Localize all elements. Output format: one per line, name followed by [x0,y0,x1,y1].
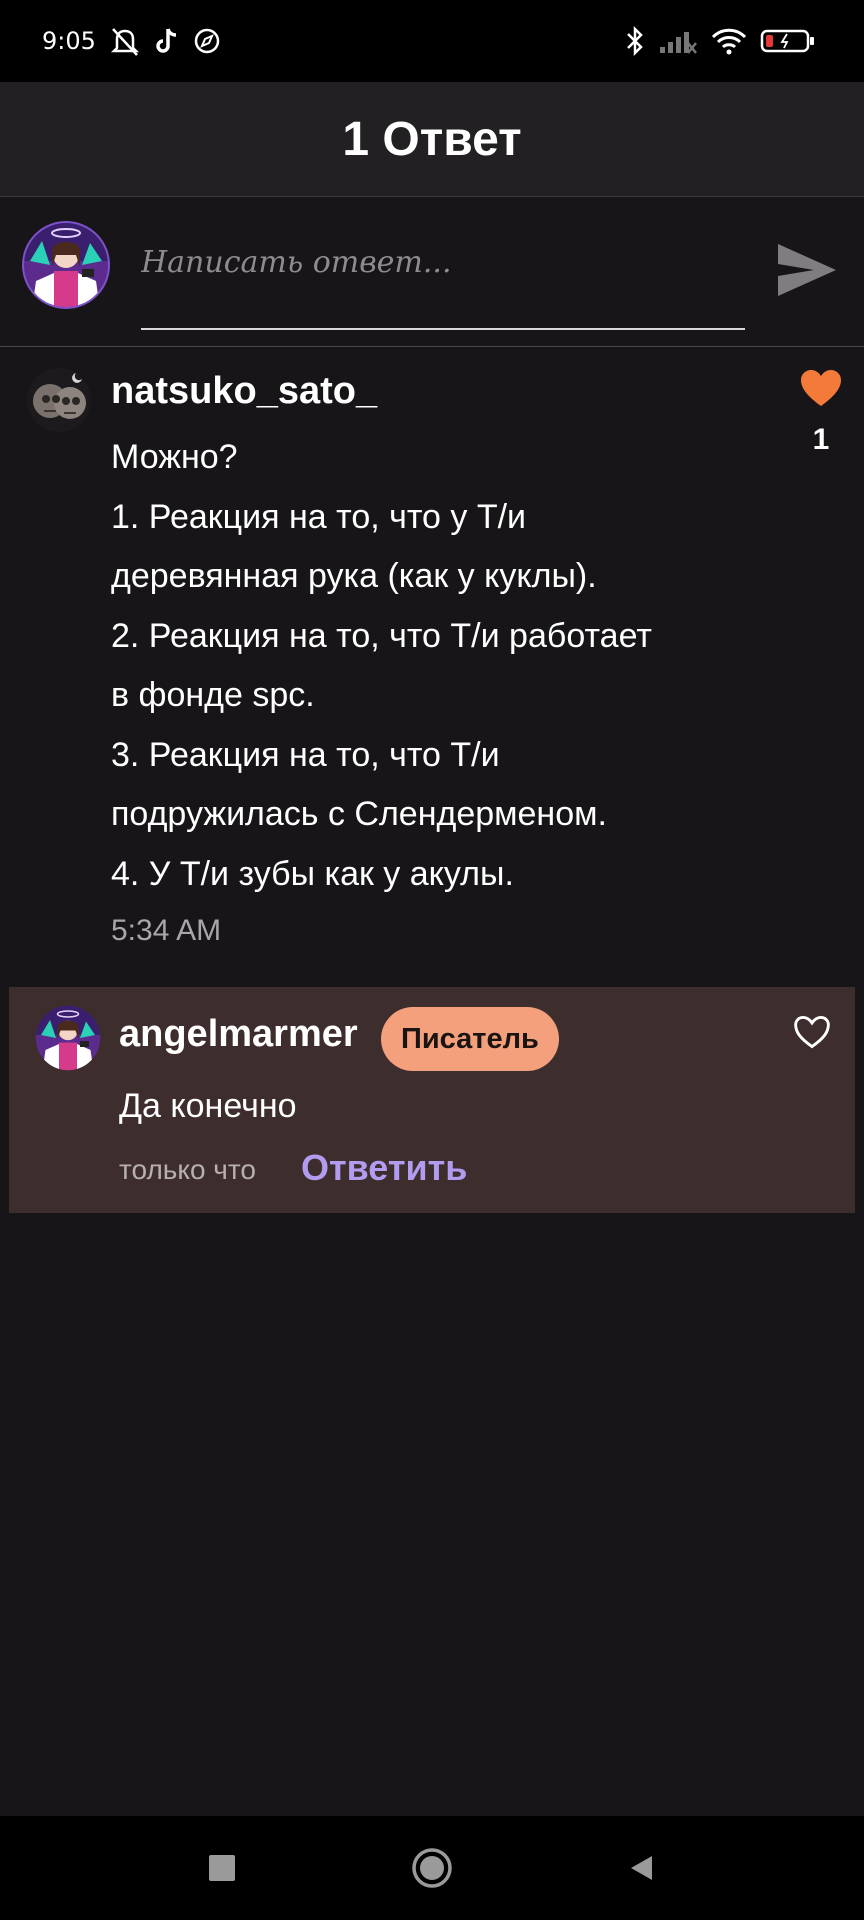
navigation-bar [0,1816,864,1920]
bluetooth-icon [624,24,646,58]
mute-bell-icon [108,25,142,57]
current-user-avatar[interactable] [22,221,110,309]
comment-line: деревянная рука (как у куклы). [111,557,597,595]
wifi-icon [710,26,748,56]
reply-card: angelmarmer Писатель Да конечно только ч… [9,987,855,1213]
status-time: 9:05 [42,27,96,55]
battery-icon [760,27,816,55]
screen: 9:05 1 Ответ Написать ответ... natsuko_s… [0,0,864,1920]
comment-line: 3. Реакция на то, что Т/и [111,735,500,774]
tiktok-icon [154,26,180,56]
comment-line: подружилась с Слендерменом. [111,795,607,833]
like-count: 1 [812,423,830,456]
comment-line: в фонде spc. [111,676,315,714]
recents-button[interactable] [192,1838,252,1898]
home-button[interactable] [402,1838,462,1898]
reply-timestamp: только что [119,1154,256,1185]
comment-author-name[interactable]: natsuko_sato_ [111,370,377,413]
comment-line: 1. Реакция на то, что у Т/и [111,497,527,536]
send-icon[interactable] [770,234,842,306]
heart-outline-icon[interactable] [792,1013,832,1053]
comment-line: 4. У Т/и зубы как у акулы. [111,854,514,893]
reply-composer [0,198,864,347]
comment-like[interactable]: 1 [790,368,852,457]
reply-input[interactable] [141,236,745,288]
comment-line: 2. Реакция на то, что Т/и работает [111,616,652,655]
comment-line: Можно? [111,438,238,476]
writer-badge: Писатель [381,1007,559,1071]
comment-timestamp: 5:34 AM [111,914,222,947]
input-underline [141,328,745,330]
status-bar-right [624,24,816,58]
back-button[interactable] [612,1838,672,1898]
header: 1 Ответ [0,82,864,197]
comment-body: Можно? 1. Реакция на то, что у Т/и дерев… [111,428,751,904]
status-bar-left: 9:05 [42,25,222,57]
page-title: 1 Ответ [342,112,522,166]
status-bar: 9:05 [0,0,864,82]
comment-author-avatar[interactable] [26,367,92,433]
heart-filled-icon[interactable] [799,370,843,412]
reply-author-name[interactable]: angelmarmer [119,1013,358,1056]
reply-button[interactable]: Ответить [301,1147,467,1189]
signal-icon [658,27,698,55]
reply-author-avatar[interactable] [35,1005,101,1071]
reply-text: Да конечно [119,1087,297,1125]
compass-icon [192,26,222,56]
